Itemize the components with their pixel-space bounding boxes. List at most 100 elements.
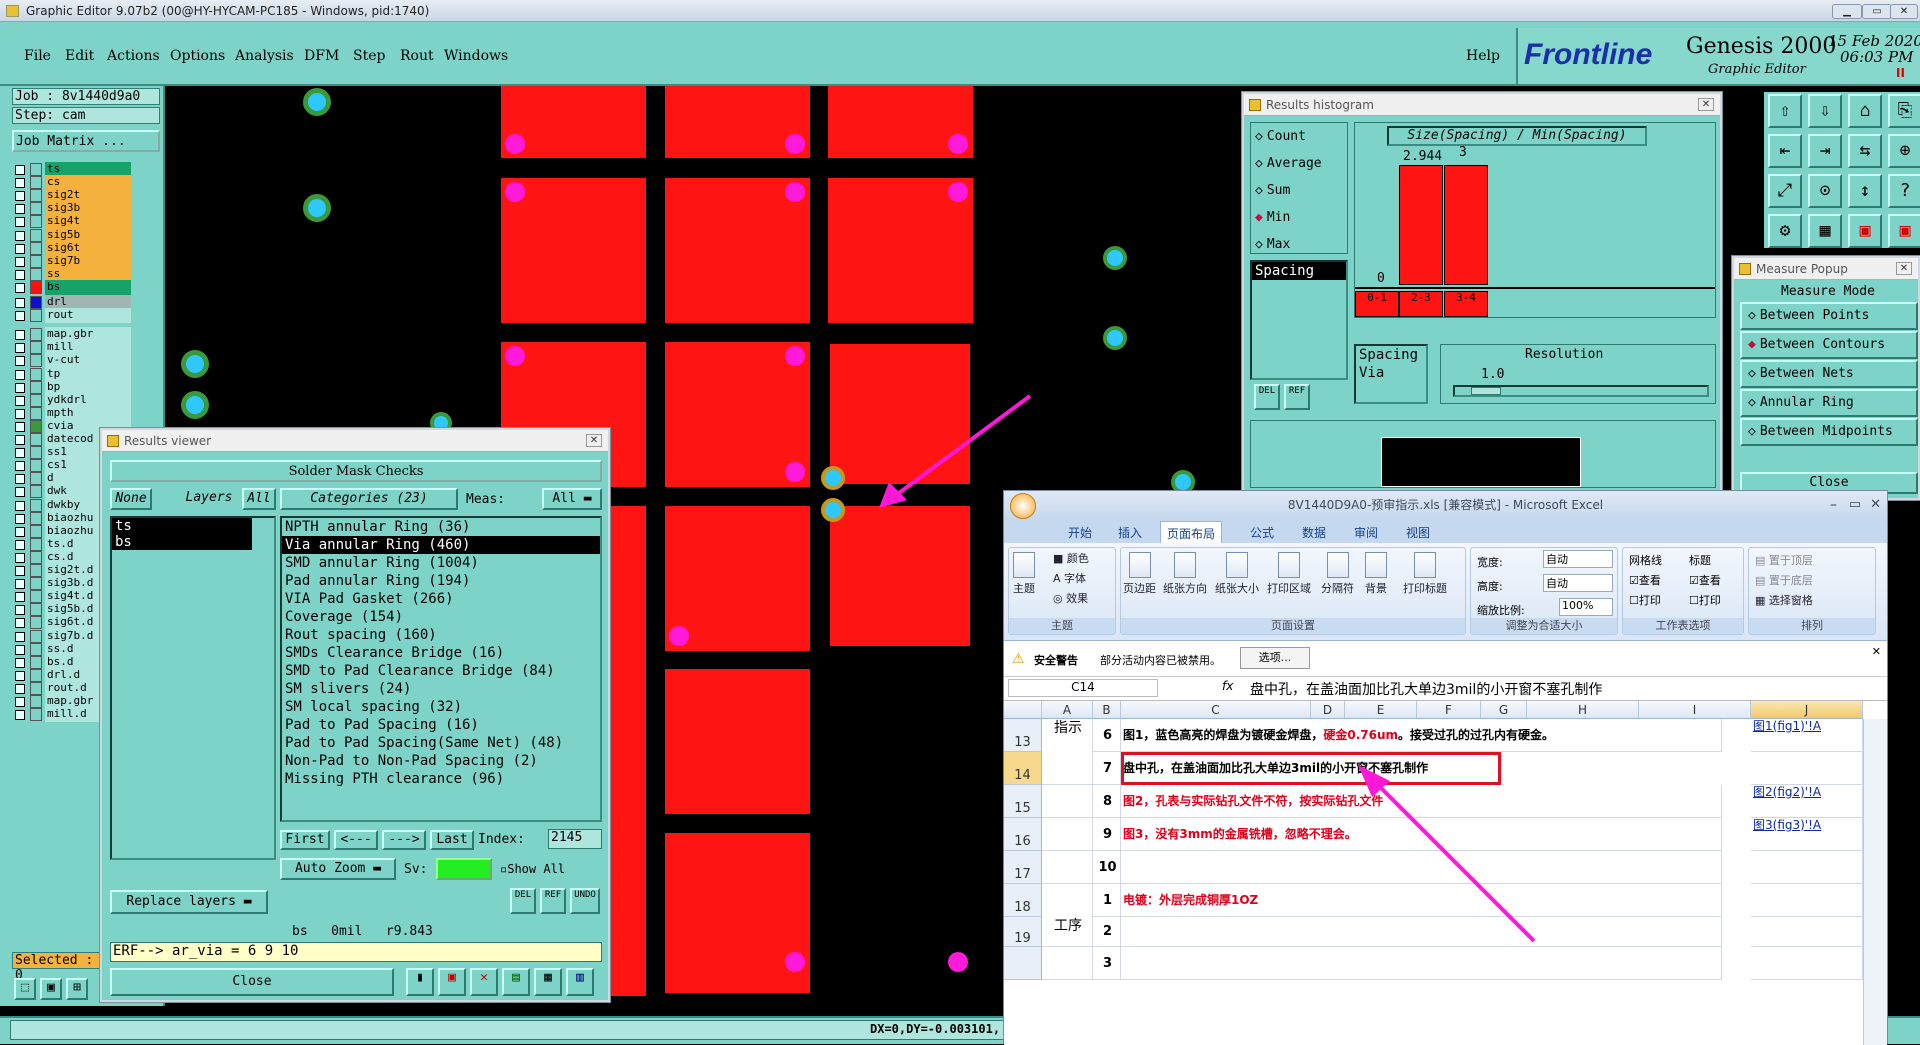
cell-a[interactable] xyxy=(1042,785,1093,818)
cell-a[interactable]: 工序 xyxy=(1042,917,1093,947)
layer-checkbox[interactable] xyxy=(15,697,25,707)
undo-button[interactable]: UNDO xyxy=(570,888,600,914)
between-midpoints-option[interactable]: Between Midpoints xyxy=(1740,418,1918,446)
toolbar-icon-10[interactable]: ⊙ xyxy=(1808,174,1842,208)
toolbar-icon-6[interactable]: ⇥ xyxy=(1808,134,1842,168)
layer-checkbox[interactable] xyxy=(15,435,25,445)
col-header[interactable]: C xyxy=(1121,701,1311,719)
layer-checkbox[interactable] xyxy=(15,670,25,681)
col-header[interactable]: D xyxy=(1311,701,1345,719)
print-area-button[interactable]: 打印区域 xyxy=(1267,552,1311,596)
menu-help[interactable]: Help xyxy=(1466,48,1500,64)
category-item[interactable]: SMD annular Ring (1004) xyxy=(282,554,600,572)
print-titles-button[interactable]: 打印标题 xyxy=(1403,552,1447,596)
first-button[interactable]: First xyxy=(280,830,330,850)
name-box[interactable]: C14 xyxy=(1008,679,1158,697)
list-item[interactable]: Via xyxy=(1356,364,1426,382)
between-points-option[interactable]: Between Points xyxy=(1740,302,1918,330)
layer-checkbox[interactable] xyxy=(15,631,25,642)
layer-checkbox[interactable] xyxy=(15,191,25,202)
tool-icon-2[interactable]: ▣ xyxy=(40,978,62,1000)
cell-j[interactable] xyxy=(1751,917,1863,947)
layer-checkbox[interactable] xyxy=(15,579,25,590)
toolbar-icon-1[interactable]: ⇧ xyxy=(1768,94,1802,128)
breaks-button[interactable]: 分隔符 xyxy=(1321,552,1354,596)
spreadsheet-grid[interactable]: A B C D E F G H I J 13 指示 6 图1，蓝色高亮的焊盘为镀硬金焊… xyxy=(1004,701,1887,1045)
colors-button[interactable]: ■ 颜色 xyxy=(1053,550,1089,566)
menu-file[interactable]: File xyxy=(24,48,51,64)
menu-options[interactable]: Options xyxy=(170,48,225,64)
row-header[interactable]: 17 xyxy=(1004,851,1042,884)
cell-b[interactable]: 9 xyxy=(1093,818,1121,851)
cell-a[interactable] xyxy=(1042,947,1093,980)
histogram-attr-list[interactable]: Spacing xyxy=(1250,260,1348,380)
tab-review[interactable]: 审阅 xyxy=(1354,524,1378,541)
next-button[interactable]: ---> xyxy=(382,830,426,850)
cell-b[interactable]: 10 xyxy=(1093,851,1121,884)
close-button[interactable]: Close xyxy=(110,968,394,996)
cell-b[interactable]: 2 xyxy=(1093,917,1121,947)
categories-list[interactable]: NPTH annular Ring (36) Via annular Ring (… xyxy=(280,516,602,822)
toolbar-icon-11[interactable]: ↕ xyxy=(1848,174,1882,208)
toolbar-icon-13[interactable]: ⚙ xyxy=(1768,214,1802,248)
layer-checkbox[interactable] xyxy=(15,311,25,322)
replace-layers-dropdown[interactable]: Replace layers ▬ xyxy=(110,890,268,914)
layer-checkbox[interactable] xyxy=(15,539,25,550)
row-header[interactable]: 13 xyxy=(1004,719,1042,752)
gridlines-print-checkbox[interactable]: ☐打印 xyxy=(1629,592,1661,608)
maximize-button[interactable]: ▭ xyxy=(1862,4,1892,19)
row-header[interactable]: 19 xyxy=(1004,917,1042,947)
toolbar-icon-2[interactable]: ⇩ xyxy=(1808,94,1842,128)
headings-view-checkbox[interactable]: ☑查看 xyxy=(1689,572,1721,588)
minimize-button[interactable]: ▁ xyxy=(1832,4,1862,19)
gridlines-view-checkbox[interactable]: ☑查看 xyxy=(1629,572,1661,588)
cell-b[interactable]: 7 xyxy=(1093,752,1121,785)
tool-icon[interactable]: ▤ xyxy=(502,968,530,996)
layer-checkbox[interactable] xyxy=(15,178,25,189)
toolbar-icon-9[interactable]: ⤢ xyxy=(1768,174,1802,208)
layer-row-rout[interactable]: rout xyxy=(12,308,132,324)
layer-checkbox[interactable] xyxy=(15,474,25,485)
cell-j[interactable] xyxy=(1751,851,1863,884)
tool-icon[interactable]: ✕ xyxy=(470,968,498,996)
last-button[interactable]: Last xyxy=(430,830,474,850)
layer-row-bs[interactable]: bs xyxy=(12,279,132,295)
show-all-checkbox[interactable]: ▫Show All xyxy=(500,862,565,876)
categories-button[interactable]: Categories (23) xyxy=(280,488,458,510)
menu-edit[interactable]: Edit xyxy=(65,48,94,64)
cell-j[interactable]: 图2(fig2)'!A xyxy=(1751,785,1863,818)
tool-icon-1[interactable]: ⬚ xyxy=(14,978,36,1000)
layer-checkbox[interactable] xyxy=(15,204,25,215)
cell-j[interactable]: 图3(fig3)'!A xyxy=(1751,818,1863,851)
layer-checkbox[interactable] xyxy=(15,382,25,393)
menu-actions[interactable]: Actions xyxy=(107,48,160,64)
chart-icon[interactable]: ▥ xyxy=(566,968,594,996)
menu-step[interactable]: Step xyxy=(353,48,385,64)
layer-checkbox[interactable] xyxy=(15,343,25,354)
layer-checkbox[interactable] xyxy=(15,217,25,228)
row-header[interactable]: 15 xyxy=(1004,785,1042,818)
layer-checkbox[interactable] xyxy=(15,657,25,668)
auto-zoom-dropdown[interactable]: Auto Zoom ▬ xyxy=(280,858,396,880)
margins-button[interactable]: 页边距 xyxy=(1123,552,1156,596)
layer-checkbox[interactable] xyxy=(15,421,25,432)
row-header[interactable]: 16 xyxy=(1004,818,1042,851)
formula-input[interactable]: 盘中孔，在盖油面加比孔大单边3mil的小开窗不塞孔制作 xyxy=(1250,679,1602,699)
cell-a[interactable] xyxy=(1042,884,1093,917)
layer-checkbox[interactable] xyxy=(15,683,25,694)
tab-home[interactable]: 开始 xyxy=(1068,524,1092,541)
ref-button[interactable]: REF xyxy=(1284,384,1310,410)
toolbar-icon-8[interactable]: ⊕ xyxy=(1888,134,1920,168)
close-icon[interactable]: ✕ xyxy=(586,434,602,447)
tab-data[interactable]: 数据 xyxy=(1302,524,1326,541)
toolbar-icon-3[interactable]: ⌂ xyxy=(1848,94,1882,128)
index-input[interactable]: 2145 xyxy=(548,829,602,849)
category-item[interactable]: Rout spacing (160) xyxy=(282,626,600,644)
category-item[interactable]: Pad to Pad Spacing (16) xyxy=(282,716,600,734)
cell-b[interactable]: 8 xyxy=(1093,785,1121,818)
prev-button[interactable]: <--- xyxy=(334,830,378,850)
vertical-scrollbar[interactable] xyxy=(1863,719,1887,1045)
layer-checkbox[interactable] xyxy=(15,165,25,175)
col-header[interactable]: F xyxy=(1417,701,1481,719)
category-item[interactable]: Missing PTH clearance (96) xyxy=(282,770,600,788)
